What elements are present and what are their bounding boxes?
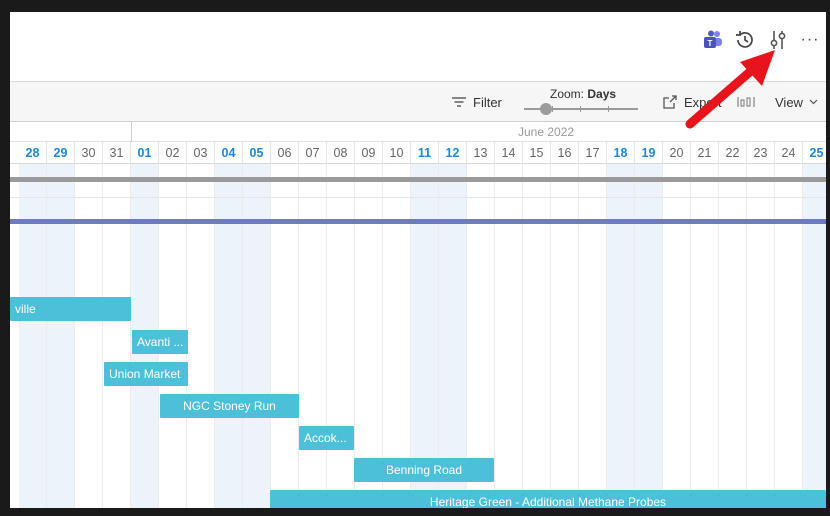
- day-column: [803, 164, 826, 508]
- task-bar-avanti[interactable]: Avanti ...: [132, 330, 188, 354]
- day-column: [271, 164, 299, 508]
- day-header-cell: 21: [691, 142, 719, 164]
- day-column: [495, 164, 523, 508]
- month-separator: [131, 122, 132, 142]
- day-header-cell: 13: [467, 142, 495, 164]
- day-header-cell: 02: [159, 142, 187, 164]
- day-column: [719, 164, 747, 508]
- zoom-slider-thumb[interactable]: [540, 103, 552, 115]
- day-header-cell: 01: [131, 142, 159, 164]
- day-header-cell: 15: [523, 142, 551, 164]
- day-column: [691, 164, 719, 508]
- day-header-cell: 23: [747, 142, 775, 164]
- day-column: [467, 164, 495, 508]
- day-header-cell: 05: [243, 142, 271, 164]
- day-column: [299, 164, 327, 508]
- day-header-cell: 06: [271, 142, 299, 164]
- day-header: 28 29 30 31 01 02 03 04 05 06 07 08 09 10 11 12 13 14 15 16…: [10, 142, 826, 164]
- slider-tick: [580, 106, 581, 112]
- day-column: [103, 164, 131, 508]
- day-header-cell: 07: [299, 142, 327, 164]
- gantt-timeline: June 2022 28 29 30 31 01 02 03 04 05 06 07 08 09 10 11…: [10, 122, 826, 508]
- day-column: [551, 164, 579, 508]
- day-header-cell: 30: [75, 142, 103, 164]
- day-column: [775, 164, 803, 508]
- day-header-cell: 19: [635, 142, 663, 164]
- day-column: [47, 164, 75, 508]
- day-column: [383, 164, 411, 508]
- day-column: [19, 164, 47, 508]
- filter-label: Filter: [473, 94, 502, 110]
- day-header-cell: 03: [187, 142, 215, 164]
- task-bar-accok[interactable]: Accok...: [299, 426, 354, 450]
- day-column: [215, 164, 243, 508]
- day-column: [439, 164, 467, 508]
- day-column: [355, 164, 383, 508]
- day-header-cell: 17: [579, 142, 607, 164]
- task-bar-ngc-stoney-run[interactable]: NGC Stoney Run: [160, 394, 299, 418]
- day-column: [523, 164, 551, 508]
- day-header-cell: 16: [551, 142, 579, 164]
- day-header-cell: 09: [355, 142, 383, 164]
- zoom-prefix: Zoom:: [550, 87, 585, 101]
- month-label: June 2022: [518, 125, 575, 139]
- task-bar-ville[interactable]: ville: [10, 297, 131, 321]
- task-bar-heritage-green[interactable]: Heritage Green - Additional Methane Prob…: [270, 490, 826, 508]
- day-column: [187, 164, 215, 508]
- filter-button[interactable]: Filter: [451, 82, 502, 122]
- day-column: [635, 164, 663, 508]
- day-column: [75, 164, 103, 508]
- day-header-cell: 12: [439, 142, 467, 164]
- day-header-cell: 14: [495, 142, 523, 164]
- filter-icon: [452, 97, 466, 107]
- day-header-cell: 31: [103, 142, 131, 164]
- chevron-down-icon: [809, 99, 818, 105]
- more-icon[interactable]: ···: [798, 28, 822, 52]
- day-column: [579, 164, 607, 508]
- day-header-cell: 20: [663, 142, 691, 164]
- slider-tick: [552, 106, 553, 112]
- day-header-cell: 28: [19, 142, 47, 164]
- day-header-cell: 18: [607, 142, 635, 164]
- day-header-cell: 29: [47, 142, 75, 164]
- day-column: [327, 164, 355, 508]
- summary-bar-blue[interactable]: [10, 219, 826, 224]
- zoom-value: Days: [587, 87, 617, 101]
- row-divider: [10, 197, 826, 198]
- summary-bar-grey[interactable]: [10, 177, 826, 182]
- day-column: [663, 164, 691, 508]
- day-header-cell: 04: [215, 142, 243, 164]
- zoom-label: Zoom: Days: [550, 87, 616, 101]
- day-header-cell: 24: [775, 142, 803, 164]
- day-column: [747, 164, 775, 508]
- day-header-cell: 25: [803, 142, 826, 164]
- task-bar-union-market[interactable]: Union Market: [104, 362, 188, 386]
- annotation-arrow: [685, 50, 775, 129]
- task-bar-benning-road[interactable]: Benning Road: [354, 458, 494, 482]
- day-column: [607, 164, 635, 508]
- day-header-cell: 11: [411, 142, 439, 164]
- slider-tick: [608, 106, 609, 112]
- day-header-cell: 22: [719, 142, 747, 164]
- export-icon: [663, 95, 677, 109]
- day-column: [243, 164, 271, 508]
- day-header-cell: 10: [383, 142, 411, 164]
- day-column: [411, 164, 439, 508]
- day-header-cell: 08: [327, 142, 355, 164]
